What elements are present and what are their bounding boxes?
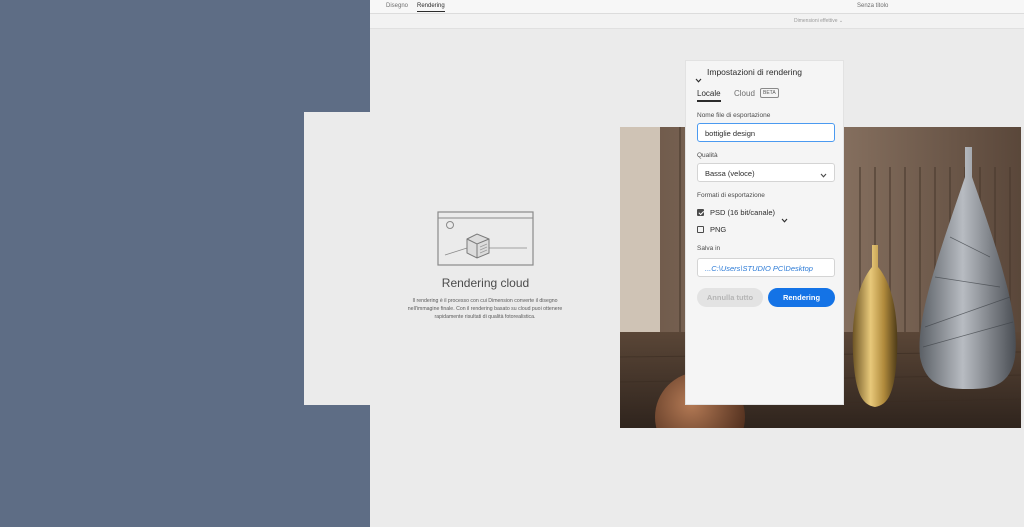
tab-locale[interactable]: Locale xyxy=(697,89,721,98)
formats-label: Formati di esportazione xyxy=(697,192,765,199)
beta-badge: BETA xyxy=(760,88,779,98)
active-tab-indicator xyxy=(697,100,721,102)
quality-label: Qualità xyxy=(697,152,718,159)
view-subbar: Dimensioni effettive ⌄ xyxy=(370,14,1024,29)
tab-cloud[interactable]: Cloud xyxy=(734,89,755,98)
png-checkbox[interactable] xyxy=(697,226,704,233)
dropdown-chevron-icon xyxy=(820,171,827,180)
psd-label: PSD (16 bit/canale) xyxy=(710,208,776,217)
quality-value: Bassa (veloce) xyxy=(705,169,755,178)
cloud-panel-title: Rendering cloud xyxy=(441,276,530,290)
save-path-field[interactable]: ...C:\Users\STUDIO PC\Desktop xyxy=(697,258,835,277)
cloud-panel-description: Il rendering è il processo con cui Dimen… xyxy=(407,298,563,320)
psd-checkbox[interactable] xyxy=(697,209,704,216)
filename-label: Nome file di esportazione xyxy=(697,112,771,119)
tab-rendering[interactable]: Rendering xyxy=(417,3,445,12)
cancel-all-button[interactable]: Annulla tutto xyxy=(697,288,763,307)
settings-header[interactable]: Impostazioni di rendering xyxy=(707,67,802,77)
document-title: Senza titolo xyxy=(857,3,889,9)
cloud-render-illustration-icon xyxy=(437,211,534,272)
top-bar: Disegno Rendering Senza titolo xyxy=(370,0,1024,14)
save-path-value: ...C:\Users\STUDIO PC\Desktop xyxy=(705,264,813,273)
dimensions-label: Dimensioni effettive xyxy=(794,18,838,24)
png-label: PNG xyxy=(710,225,727,234)
collapse-chevron-icon[interactable] xyxy=(695,70,702,88)
psd-options-chevron-icon[interactable] xyxy=(781,210,788,228)
render-settings-panel: Impostazioni di rendering Locale Cloud B… xyxy=(685,60,844,405)
cloud-rendering-panel: Rendering cloud Il rendering è il proces… xyxy=(304,112,622,405)
save-in-label: Salva in xyxy=(697,245,721,252)
render-button[interactable]: Rendering xyxy=(768,288,835,307)
tab-disegno[interactable]: Disegno xyxy=(386,3,408,9)
filename-input[interactable]: bottiglie design xyxy=(697,123,835,142)
quality-select[interactable]: Bassa (veloce) xyxy=(697,163,835,182)
dimensions-dropdown[interactable]: Dimensioni effettive ⌄ xyxy=(794,18,843,24)
